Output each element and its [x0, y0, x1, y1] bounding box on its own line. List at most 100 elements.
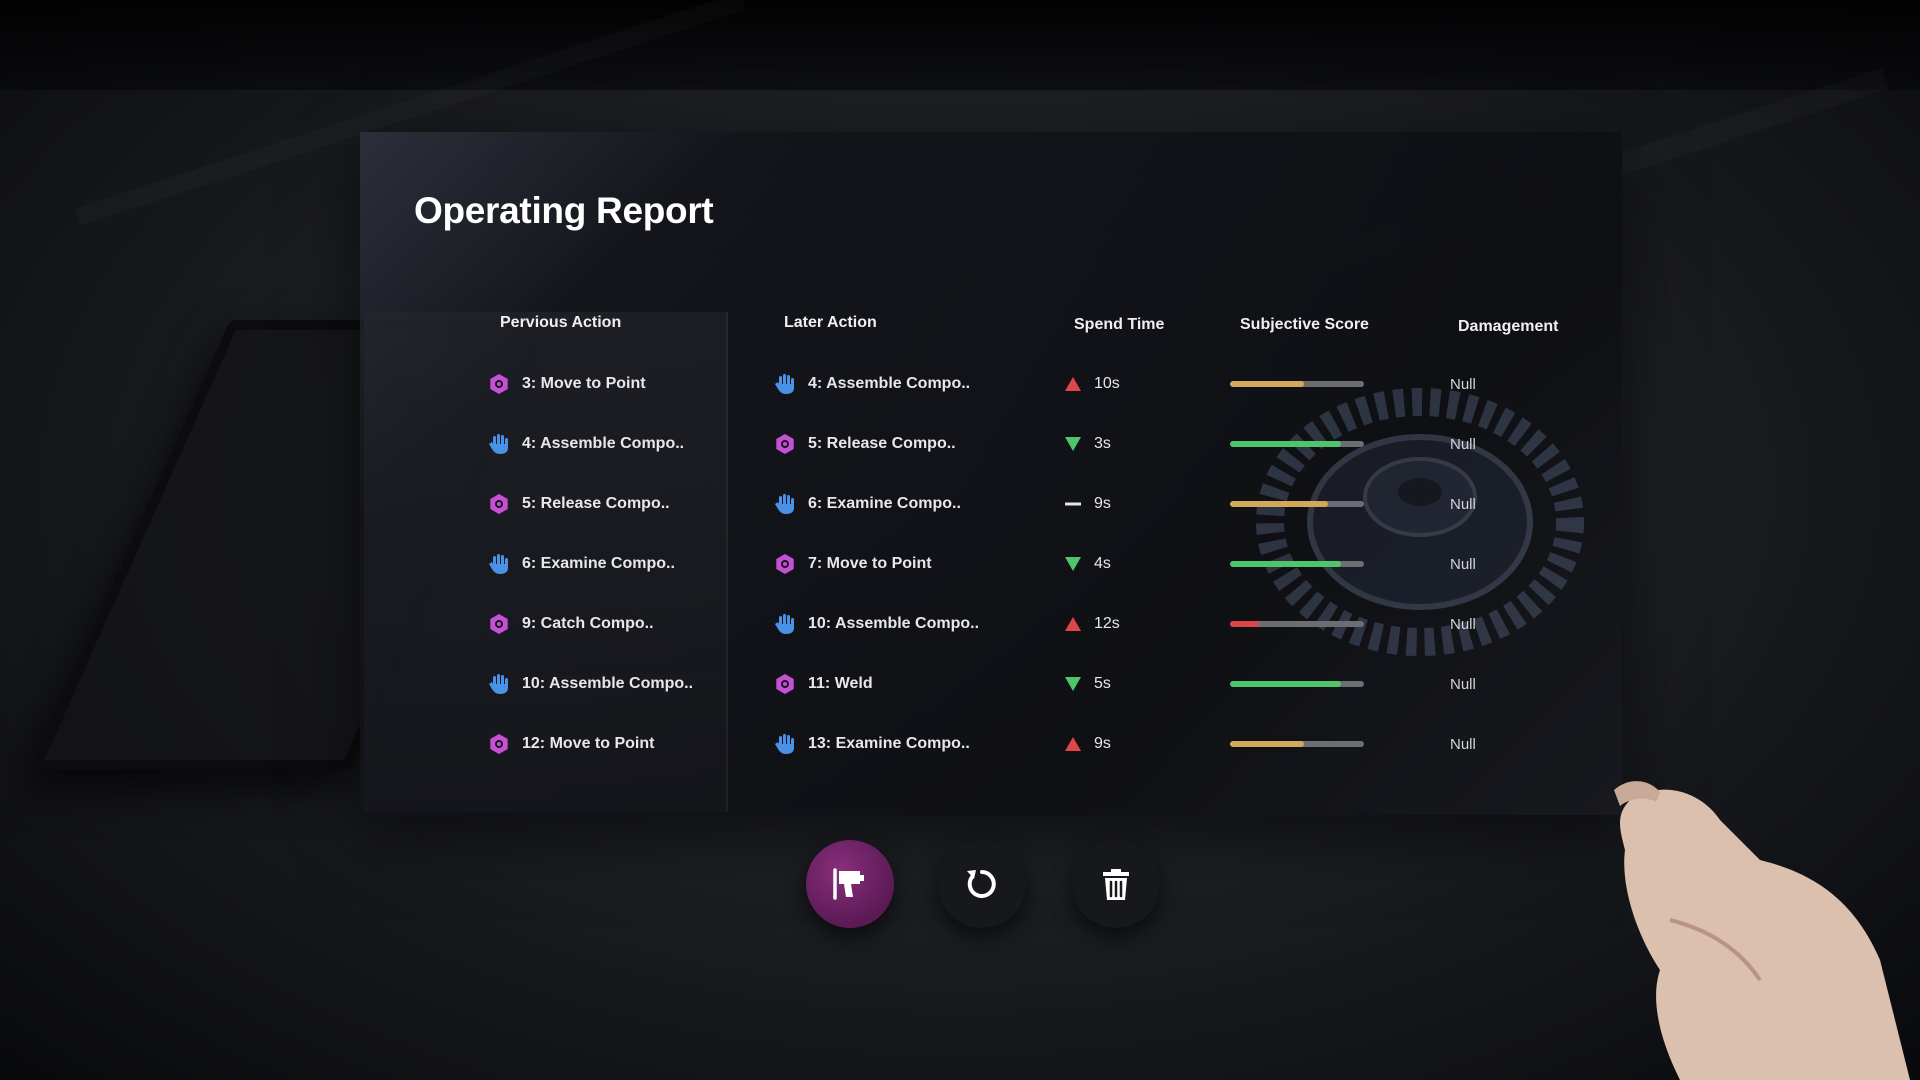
damagement-value: Null	[1450, 555, 1476, 573]
header-previous-action: Pervious Action	[500, 314, 622, 331]
damagement-cell: Null	[1450, 484, 1476, 524]
score-bar-track	[1230, 621, 1364, 627]
table-row: 6: Examine Compo.. 7: Move to Point 4s N…	[360, 544, 1622, 584]
subjective-score-cell	[1230, 544, 1364, 584]
drill-icon	[833, 868, 864, 900]
previous-action-label: 6: Examine Compo..	[522, 555, 675, 572]
spend-time-cell: 4s	[1064, 544, 1111, 584]
drill-tool-button[interactable]	[806, 840, 894, 928]
subjective-score-cell	[1230, 364, 1364, 404]
later-action-label: 6: Examine Compo..	[808, 495, 961, 512]
damagement-cell: Null	[1450, 424, 1476, 464]
later-action-label: 13: Examine Compo..	[808, 735, 970, 752]
hand-icon	[774, 493, 796, 515]
later-action-item[interactable]: 4: Assemble Compo..	[774, 364, 970, 404]
hand-icon	[488, 553, 510, 575]
score-bar-track	[1230, 501, 1364, 507]
hand-icon	[774, 373, 796, 395]
gear-icon	[488, 493, 510, 515]
damagement-value: Null	[1450, 675, 1476, 693]
previous-action-item[interactable]: 9: Catch Compo..	[488, 604, 654, 644]
header-spend-time: Spend Time	[1074, 316, 1165, 333]
spend-time-cell: 12s	[1064, 604, 1120, 644]
subjective-score-cell	[1230, 484, 1364, 524]
previous-action-label: 4: Assemble Compo..	[522, 435, 685, 452]
table-row: 3: Move to Point 4: Assemble Compo.. 10s…	[360, 364, 1622, 404]
previous-action-item[interactable]: 3: Move to Point	[488, 364, 646, 404]
score-bar-fill	[1230, 561, 1342, 567]
later-action-label: 10: Assemble Compo..	[808, 615, 980, 632]
score-bar-track	[1230, 561, 1364, 567]
later-action-label: 7: Move to Point	[808, 555, 932, 572]
spend-time-value: 3s	[1094, 435, 1111, 452]
later-action-item[interactable]: 6: Examine Compo..	[774, 484, 961, 524]
score-bar-fill	[1230, 741, 1304, 747]
score-bar-track	[1230, 681, 1364, 687]
spend-time-cell: 9s	[1064, 724, 1111, 764]
subjective-score-cell	[1230, 724, 1364, 764]
damagement-value: Null	[1450, 375, 1476, 393]
subjective-score-cell	[1230, 424, 1364, 464]
header-subjective-score: Subjective Score	[1240, 316, 1369, 333]
hand-icon	[774, 613, 796, 635]
later-action-label: 4: Assemble Compo..	[808, 375, 971, 392]
score-bar-track	[1230, 741, 1364, 747]
spend-time-value: 9s	[1094, 735, 1111, 752]
previous-action-item[interactable]: 4: Assemble Compo..	[488, 424, 684, 464]
spend-time-cell: 9s	[1064, 484, 1111, 524]
spend-time-value: 10s	[1094, 375, 1120, 392]
damagement-cell: Null	[1450, 724, 1476, 764]
previous-action-item[interactable]: 10: Assemble Compo..	[488, 664, 693, 704]
subjective-score-cell	[1230, 604, 1364, 644]
previous-action-label: 3: Move to Point	[522, 375, 646, 392]
damagement-cell: Null	[1450, 364, 1476, 404]
previous-action-label: 10: Assemble Compo..	[522, 675, 694, 692]
spend-time-value: 4s	[1094, 555, 1111, 572]
hand-icon	[488, 673, 510, 695]
damagement-cell: Null	[1450, 604, 1476, 644]
table-row: 9: Catch Compo.. 10: Assemble Compo.. 12…	[360, 604, 1622, 644]
gear-icon	[774, 553, 796, 575]
reset-button[interactable]	[938, 840, 1026, 928]
rotate-ccw-icon	[967, 870, 996, 898]
score-bar-fill	[1230, 681, 1342, 687]
later-action-item[interactable]: 11: Weld	[774, 664, 873, 704]
later-action-item[interactable]: 10: Assemble Compo..	[774, 604, 979, 644]
hand-icon	[774, 733, 796, 755]
previous-action-item[interactable]: 12: Move to Point	[488, 724, 654, 764]
gear-icon	[488, 733, 510, 755]
spend-time-cell: 3s	[1064, 424, 1111, 464]
trend-up-icon	[1064, 616, 1082, 632]
score-bar-track	[1230, 441, 1364, 447]
damagement-value: Null	[1450, 615, 1476, 633]
later-action-item[interactable]: 7: Move to Point	[774, 544, 932, 584]
later-action-item[interactable]: 5: Release Compo..	[774, 424, 956, 464]
trend-down-icon	[1064, 436, 1082, 452]
gear-icon	[488, 613, 510, 635]
later-action-label: 11: Weld	[808, 675, 873, 692]
table-row: 10: Assemble Compo.. 11: Weld 5s Null	[360, 664, 1622, 704]
spend-time-cell: 5s	[1064, 664, 1111, 704]
damagement-cell: Null	[1450, 664, 1476, 704]
trend-down-icon	[1064, 556, 1082, 572]
score-bar-fill	[1230, 441, 1342, 447]
later-action-item[interactable]: 13: Examine Compo..	[774, 724, 970, 764]
delete-button[interactable]	[1072, 840, 1160, 928]
subjective-score-cell	[1230, 664, 1364, 704]
damagement-value: Null	[1450, 435, 1476, 453]
previous-action-item[interactable]: 6: Examine Compo..	[488, 544, 675, 584]
operating-report-panel: Operating Report Pervious Action Later A…	[360, 132, 1622, 815]
previous-action-item[interactable]: 5: Release Compo..	[488, 484, 670, 524]
spend-time-value: 12s	[1094, 615, 1120, 632]
previous-action-label: 12: Move to Point	[522, 735, 655, 752]
hand-image	[1614, 781, 1910, 1080]
header-later-action: Later Action	[784, 314, 877, 331]
hand-icon	[488, 433, 510, 455]
previous-action-label: 5: Release Compo..	[522, 495, 670, 512]
table-row: 12: Move to Point 13: Examine Compo.. 9s…	[360, 724, 1622, 764]
score-bar-fill	[1230, 381, 1304, 387]
spend-time-cell: 10s	[1064, 364, 1120, 404]
score-bar-fill	[1230, 621, 1260, 627]
table-row: 5: Release Compo.. 6: Examine Compo.. 9s…	[360, 484, 1622, 524]
damagement-value: Null	[1450, 735, 1476, 753]
